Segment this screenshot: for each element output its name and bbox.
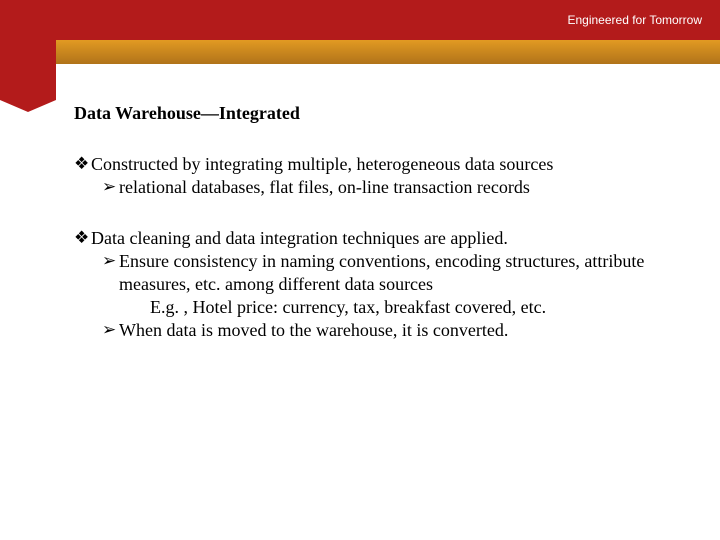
slide-content: Data Warehouse—Integrated ❖ Constructed …: [74, 102, 680, 370]
bullet-text: Data cleaning and data integration techn…: [91, 227, 680, 250]
bullet-text: relational databases, flat files, on-lin…: [119, 176, 680, 199]
diamond-bullet-icon: ❖: [74, 227, 91, 250]
arrow-bullet-icon: ➢: [102, 250, 119, 296]
left-notch: [0, 40, 56, 100]
header-tagline: Engineered for Tomorrow: [567, 13, 702, 27]
bullet-group-2: ❖ Data cleaning and data integration tec…: [74, 227, 680, 342]
sub-bullet-item: ➢ relational databases, flat files, on-l…: [102, 176, 680, 199]
accent-bar: [0, 40, 720, 64]
header-bar: Engineered for Tomorrow: [0, 0, 720, 40]
slide-title: Data Warehouse—Integrated: [74, 102, 680, 125]
sub-bullet-item: ➢ When data is moved to the warehouse, i…: [102, 319, 680, 342]
bullet-item: ❖ Constructed by integrating multiple, h…: [74, 153, 680, 176]
bullet-text: Ensure consistency in naming conventions…: [119, 250, 680, 296]
arrow-bullet-icon: ➢: [102, 319, 119, 342]
bullet-text: When data is moved to the warehouse, it …: [119, 319, 680, 342]
bullet-item: ❖ Data cleaning and data integration tec…: [74, 227, 680, 250]
left-notch-tip: [0, 100, 56, 112]
bullet-text: E.g. , Hotel price: currency, tax, break…: [150, 297, 546, 317]
bullet-text: Constructed by integrating multiple, het…: [91, 153, 680, 176]
example-line: E.g. , Hotel price: currency, tax, break…: [150, 296, 680, 319]
sub-bullet-item: ➢ Ensure consistency in naming conventio…: [102, 250, 680, 296]
arrow-bullet-icon: ➢: [102, 176, 119, 199]
bullet-group-1: ❖ Constructed by integrating multiple, h…: [74, 153, 680, 199]
diamond-bullet-icon: ❖: [74, 153, 91, 176]
